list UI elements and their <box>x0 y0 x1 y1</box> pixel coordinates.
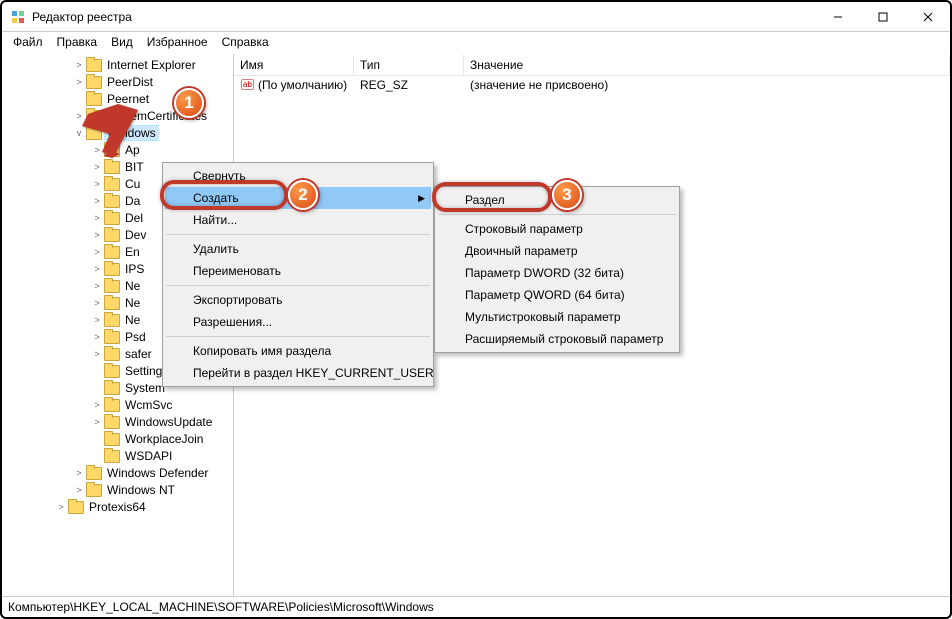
tree-node[interactable]: >Internet Explorer <box>2 56 233 73</box>
status-path: Компьютер\HKEY_LOCAL_MACHINE\SOFTWARE\Po… <box>8 600 434 614</box>
menu-bar: Файл Правка Вид Избранное Справка <box>2 32 950 52</box>
ctx-goto-hkcu[interactable]: Перейти в раздел HKEY_CURRENT_USER <box>165 362 431 384</box>
ctx-new-dword[interactable]: Параметр DWORD (32 бита) <box>437 262 677 284</box>
tree-node[interactable]: >PeerDist <box>2 73 233 90</box>
ctx-collapse[interactable]: Свернуть <box>165 165 431 187</box>
tree-node[interactable]: Peernet <box>2 90 233 107</box>
tree-node[interactable]: >Protexis64 <box>2 498 233 515</box>
menu-file[interactable]: Файл <box>6 33 50 51</box>
ctx-find[interactable]: Найти... <box>165 209 431 231</box>
app-window: Редактор реестра Файл Правка Вид Избранн… <box>0 0 952 619</box>
ctx-export[interactable]: Экспортировать <box>165 289 431 311</box>
tree-node[interactable]: >WcmSvc <box>2 396 233 413</box>
tree-node[interactable]: WSDAPI <box>2 447 233 464</box>
ctx-new-qword[interactable]: Параметр QWORD (64 бита) <box>437 284 677 306</box>
tree-node-windows[interactable]: vWindows <box>2 124 233 141</box>
context-submenu-new: Раздел Строковый параметр Двоичный парам… <box>434 186 680 353</box>
status-bar: Компьютер\HKEY_LOCAL_MACHINE\SOFTWARE\Po… <box>2 597 950 617</box>
header-name[interactable]: Имя <box>234 55 354 75</box>
tree-node[interactable]: >Windows Defender <box>2 464 233 481</box>
tree-node[interactable]: >Ap <box>2 141 233 158</box>
menu-view[interactable]: Вид <box>104 33 140 51</box>
ctx-new-multistring[interactable]: Мультистроковый параметр <box>437 306 677 328</box>
menu-help[interactable]: Справка <box>215 33 276 51</box>
close-button[interactable] <box>905 2 950 31</box>
ctx-new-expandstring[interactable]: Расширяемый строковый параметр <box>437 328 677 350</box>
ctx-new-key[interactable]: Раздел <box>437 189 677 211</box>
ctx-new[interactable]: Создать▶ <box>165 187 431 209</box>
ctx-rename[interactable]: Переименовать <box>165 260 431 282</box>
header-value[interactable]: Значение <box>464 55 950 75</box>
context-menu-key: Свернуть Создать▶ Найти... Удалить Переи… <box>162 162 434 387</box>
title-bar: Редактор реестра <box>2 2 950 32</box>
tree-node[interactable]: >SystemCertificates <box>2 107 233 124</box>
minimize-button[interactable] <box>815 2 860 31</box>
list-row[interactable]: (По умолчанию) REG_SZ (значение не присв… <box>234 76 950 94</box>
ctx-new-binary[interactable]: Двоичный параметр <box>437 240 677 262</box>
ctx-delete[interactable]: Удалить <box>165 238 431 260</box>
tree-node[interactable]: >Windows NT <box>2 481 233 498</box>
app-icon <box>10 9 26 25</box>
list-header: Имя Тип Значение <box>234 54 950 76</box>
header-type[interactable]: Тип <box>354 55 464 75</box>
tree-node[interactable]: >WindowsUpdate <box>2 413 233 430</box>
window-title: Редактор реестра <box>32 10 815 24</box>
string-value-icon <box>240 78 254 92</box>
menu-edit[interactable]: Правка <box>50 33 105 51</box>
ctx-new-string[interactable]: Строковый параметр <box>437 218 677 240</box>
menu-favorites[interactable]: Избранное <box>140 33 215 51</box>
ctx-permissions[interactable]: Разрешения... <box>165 311 431 333</box>
ctx-copy-name[interactable]: Копировать имя раздела <box>165 340 431 362</box>
maximize-button[interactable] <box>860 2 905 31</box>
tree-node[interactable]: WorkplaceJoin <box>2 430 233 447</box>
